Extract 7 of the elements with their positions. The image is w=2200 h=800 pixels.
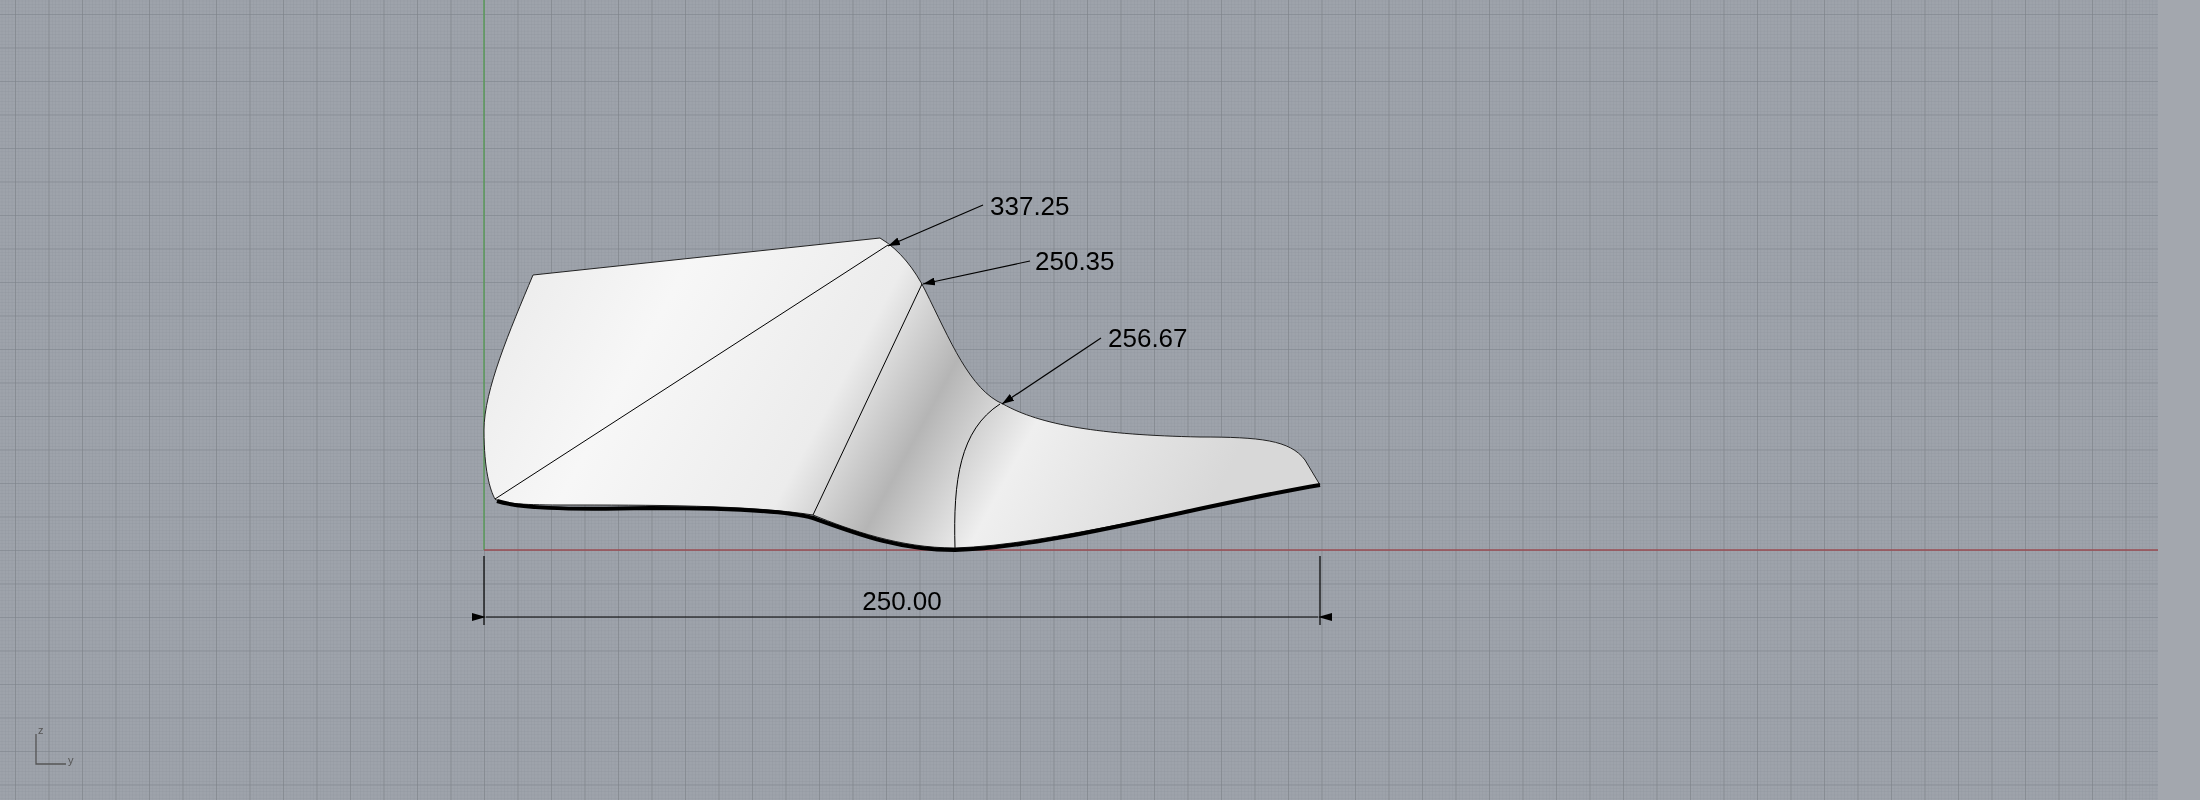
axis-label: z — [38, 724, 44, 736]
dimension-label: 250.00 — [862, 586, 942, 616]
measurement-label: 256.67 — [1108, 323, 1188, 353]
measurement-label: 250.35 — [1035, 246, 1115, 276]
axis-icon — [35, 733, 67, 765]
axis-label: y — [68, 754, 74, 766]
measurement-label: 337.25 — [990, 191, 1070, 221]
